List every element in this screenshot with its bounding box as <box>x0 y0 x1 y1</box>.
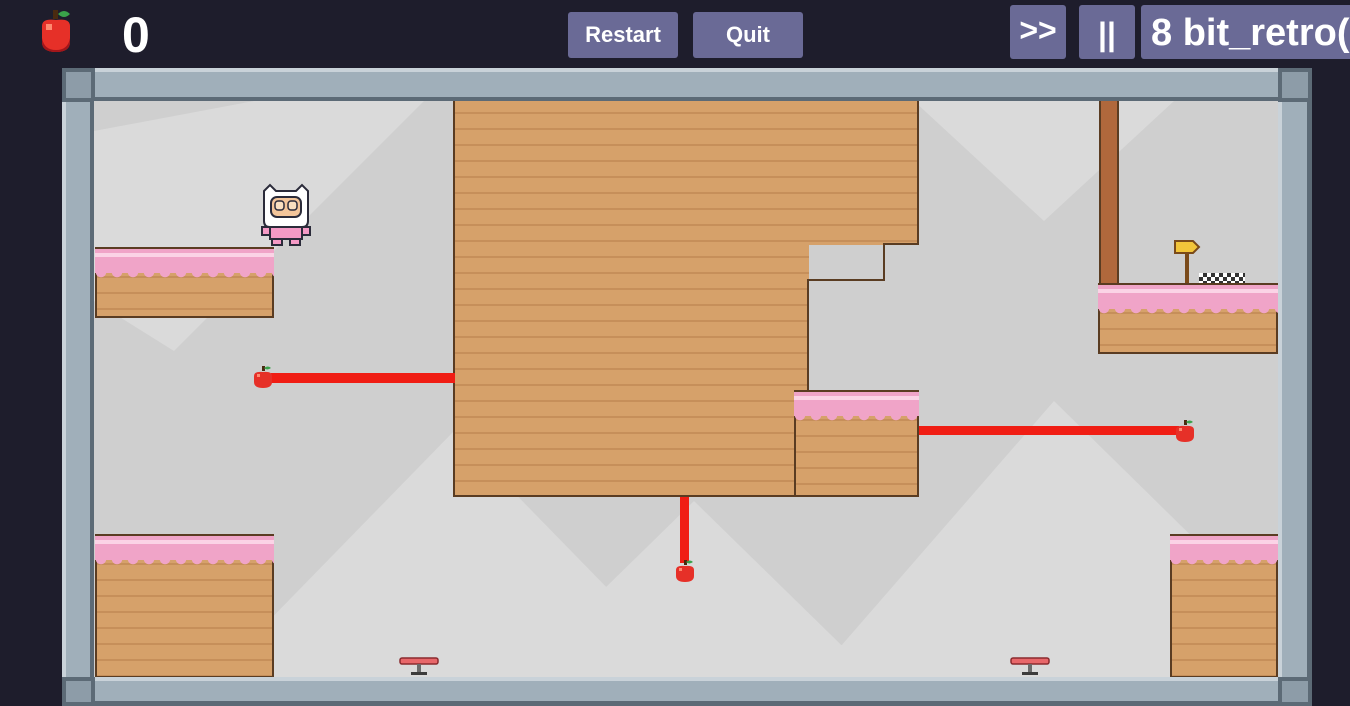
pink-frosting <box>1170 534 1278 567</box>
frame-right <box>1278 101 1312 677</box>
trampoline-icon[interactable] <box>1010 657 1050 677</box>
cutout <box>809 281 921 391</box>
laser-beam-left <box>271 373 455 383</box>
laser-beam-right <box>919 426 1179 435</box>
player-character-icon[interactable] <box>260 183 312 247</box>
score-counter: 0 <box>122 7 150 63</box>
pink-frosting <box>95 534 274 567</box>
play-field <box>94 101 1278 677</box>
frame-corner <box>1278 677 1312 706</box>
frosted-platform-right-upper <box>1098 283 1278 354</box>
cutout <box>807 279 809 391</box>
cutout <box>807 279 885 281</box>
frosted-platform-left-lower <box>95 534 274 677</box>
apple-icon[interactable] <box>1174 419 1196 443</box>
cutout <box>883 245 885 282</box>
apple-icon[interactable] <box>252 365 274 389</box>
frame-top <box>62 68 1312 102</box>
pink-frosting <box>794 390 919 423</box>
frame-corner <box>1278 68 1312 102</box>
quit-button[interactable]: Quit <box>693 12 803 58</box>
pink-frosting <box>95 247 274 280</box>
music-track-button[interactable]: 8 bit_retro( <box>1141 5 1350 59</box>
laser-beam-down <box>680 497 689 563</box>
frosted-platform-right-lower <box>1170 534 1278 677</box>
frame-corner <box>62 677 95 706</box>
pause-button[interactable]: || <box>1079 5 1135 59</box>
pink-frosting <box>1098 283 1278 316</box>
frame-left <box>62 101 95 677</box>
restart-button[interactable]: Restart <box>568 12 678 58</box>
trampoline-icon[interactable] <box>399 657 439 677</box>
wooden-pole <box>1099 101 1119 283</box>
cutout <box>809 245 921 283</box>
apple-icon <box>42 10 70 53</box>
frame-corner <box>62 68 95 102</box>
fast-forward-button[interactable]: >> <box>1010 5 1066 59</box>
cutout <box>883 243 919 245</box>
apple-icon[interactable] <box>674 559 696 583</box>
frosted-platform-left-upper <box>95 247 274 318</box>
frame-bottom <box>62 677 1312 706</box>
finish-checkered-flag <box>1199 273 1245 283</box>
frosted-platform-middle <box>794 390 919 497</box>
hud-bar: 0 Restart Quit >> || 8 bit_retro( <box>0 0 1350 68</box>
